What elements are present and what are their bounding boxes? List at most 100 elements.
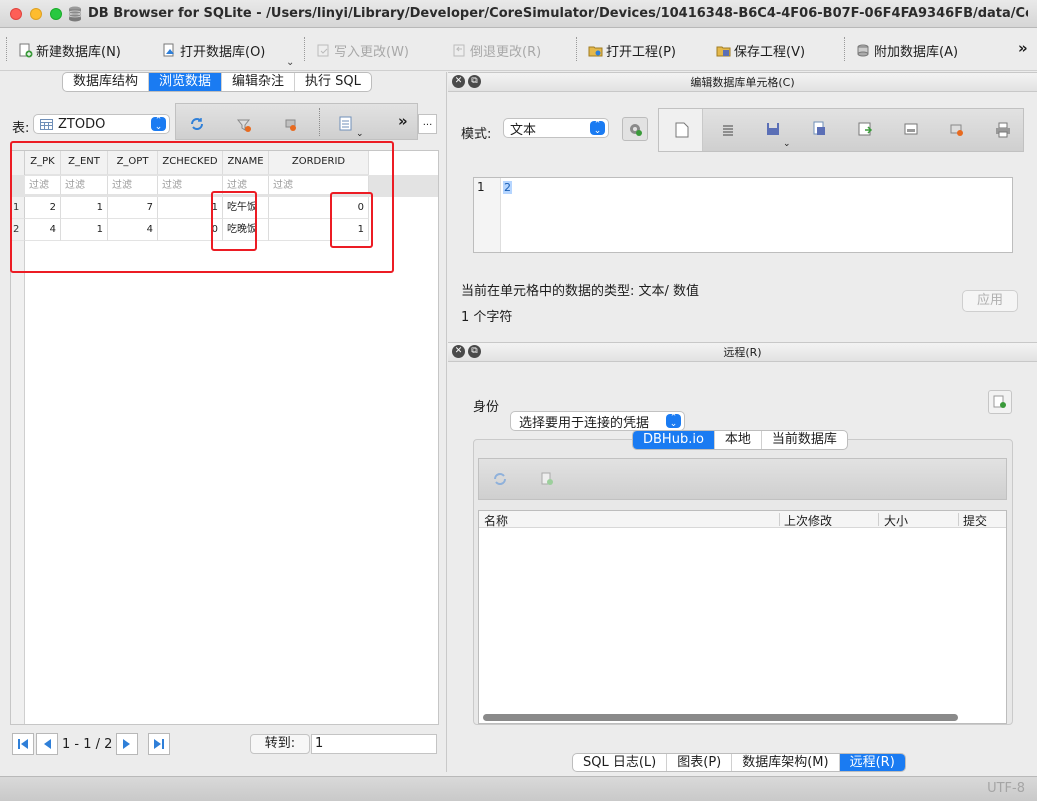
new-database-icon	[19, 43, 33, 57]
last-page-button[interactable]	[148, 733, 171, 755]
toolbar-separator	[576, 37, 578, 61]
pager: 1 - 1 / 2	[12, 733, 171, 755]
apply-button[interactable]: 应用	[962, 290, 1018, 312]
cell-value-text[interactable]: 2	[503, 181, 512, 194]
col-divider	[878, 513, 879, 526]
save-project-icon	[716, 46, 731, 56]
toolbar-separator	[319, 108, 321, 136]
set-null-icon[interactable]	[857, 121, 873, 137]
edit-cell-close-icon[interactable]: ✕	[452, 75, 465, 88]
highlight-box-zname	[211, 191, 257, 251]
tab-dbhub[interactable]: DBHub.io	[633, 431, 715, 449]
write-changes-icon	[317, 44, 329, 56]
cell-char-count: 1 个字符	[461, 310, 513, 325]
editor-toolbar: ⌄	[658, 108, 1024, 152]
open-database-icon	[163, 43, 174, 56]
import-file-icon[interactable]	[765, 121, 781, 137]
save-project-button[interactable]: 保存工程(V)	[716, 40, 805, 60]
open-project-label: 打开工程(P)	[606, 44, 676, 60]
tab-edit-pragmas[interactable]: 编辑杂注	[222, 73, 296, 91]
open-database-button[interactable]: 打开数据库(O)	[162, 40, 265, 60]
remote-clone-icon[interactable]	[539, 471, 555, 487]
prev-page-button[interactable]	[36, 733, 58, 755]
tab-browse-data[interactable]: 浏览数据	[149, 73, 223, 91]
table-select-value: ZTODO	[58, 116, 106, 132]
tab-plot[interactable]: 图表(P)	[667, 754, 733, 771]
tab-execute-sql[interactable]: 执行 SQL	[295, 73, 371, 91]
attach-database-icon	[857, 44, 869, 56]
attach-database-button[interactable]: 附加数据库(A)	[856, 40, 958, 60]
cell-type-info: 当前在单元格中的数据的类型: 文本/ 数值	[461, 284, 700, 299]
delete-record-icon[interactable]	[284, 118, 298, 132]
remote-refresh-icon[interactable]	[492, 471, 508, 487]
col-name-header[interactable]: 名称	[484, 512, 508, 529]
text-document-icon	[675, 122, 689, 138]
save-table-dropdown-icon[interactable]: ⌄	[356, 129, 364, 139]
cell-text-editor[interactable]: 1 2	[473, 177, 1013, 253]
write-changes-button[interactable]: 写入更改(W)	[316, 40, 409, 60]
tab-database-structure[interactable]: 数据库结构	[63, 73, 150, 91]
next-page-button[interactable]	[116, 733, 139, 755]
write-changes-label: 写入更改(W)	[334, 44, 409, 60]
remote-title: 远程(R)	[723, 346, 762, 359]
first-page-icon	[18, 739, 28, 749]
clear-cell-icon[interactable]	[949, 123, 965, 137]
minimize-window-button[interactable]	[30, 8, 42, 20]
tab-local[interactable]: 本地	[715, 431, 762, 449]
add-identity-button[interactable]	[988, 390, 1012, 414]
browse-toolbar: ⌄	[175, 103, 418, 140]
select-stepper-icon: ⌃ ⌄	[590, 121, 605, 136]
first-page-button[interactable]	[12, 733, 34, 755]
toolbar-overflow-button[interactable]: »	[1018, 39, 1028, 57]
new-database-button[interactable]: 新建数据库(N)	[18, 40, 121, 60]
title-bar: DB Browser for SQLite - /Users/linyi/Lib…	[0, 0, 1037, 28]
open-database-dropdown-icon[interactable]: ⌄	[286, 57, 294, 68]
cell-info-icon[interactable]	[903, 121, 919, 137]
goto-button[interactable]: 转到:	[250, 734, 310, 754]
print-icon[interactable]	[995, 122, 1011, 138]
remote-float-icon[interactable]: ⧉	[468, 345, 481, 358]
open-project-button[interactable]: 打开工程(P)	[588, 40, 676, 60]
revert-changes-label: 倒退更改(R)	[470, 44, 542, 60]
prev-page-icon	[44, 739, 51, 749]
auto-format-button[interactable]	[622, 117, 648, 141]
remote-close-icon[interactable]: ✕	[452, 345, 465, 358]
col-commit-header[interactable]: 提交	[963, 512, 987, 529]
remote-file-list[interactable]: 名称 上次修改 大小 提交	[478, 510, 1007, 724]
refresh-icon[interactable]	[189, 116, 205, 132]
revert-changes-button[interactable]: 倒退更改(R)	[452, 40, 541, 60]
export-file-icon[interactable]	[811, 121, 827, 137]
text-mode-button[interactable]	[659, 109, 703, 151]
table-select[interactable]: ZTODO ⌃ ⌄	[33, 114, 170, 134]
tab-db-schema[interactable]: 数据库架构(M)	[732, 754, 840, 771]
browse-ellipsis-button[interactable]: ...	[418, 114, 437, 134]
toolbar-separator	[844, 37, 846, 61]
col-last-modified-header[interactable]: 上次修改	[784, 512, 832, 529]
clear-filters-icon[interactable]	[236, 117, 252, 133]
remote-dock-title: 远程(R)	[448, 342, 1037, 362]
edit-cell-float-icon[interactable]: ⧉	[468, 75, 481, 88]
remote-toolbar	[478, 458, 1007, 500]
gear-icon	[630, 124, 642, 136]
toolbar-grip	[6, 37, 8, 61]
line-number-gutter: 1	[474, 178, 501, 252]
import-dropdown-icon[interactable]: ⌄	[783, 139, 791, 149]
identity-select[interactable]: 选择要用于连接的凭据 ⌃ ⌄	[510, 411, 685, 431]
tab-current-database[interactable]: 当前数据库	[762, 431, 847, 449]
save-table-icon[interactable]	[338, 116, 354, 132]
goto-input[interactable]: 1	[311, 734, 437, 754]
mode-select[interactable]: 文本 ⌃ ⌄	[503, 118, 609, 138]
last-page-icon	[154, 739, 165, 749]
word-wrap-icon[interactable]	[721, 123, 735, 137]
tab-remote[interactable]: 远程(R)	[839, 754, 905, 771]
col-divider	[958, 513, 959, 526]
horizontal-scrollbar[interactable]	[483, 714, 958, 721]
close-window-button[interactable]	[10, 8, 22, 20]
next-page-icon	[123, 739, 131, 749]
tab-sql-log[interactable]: SQL 日志(L)	[573, 754, 668, 771]
status-bar: UTF-8	[0, 776, 1037, 801]
browse-more-button[interactable]: »	[398, 112, 408, 130]
maximize-window-button[interactable]	[50, 8, 62, 20]
col-size-header[interactable]: 大小	[884, 512, 908, 529]
toolbar-separator	[304, 37, 306, 61]
